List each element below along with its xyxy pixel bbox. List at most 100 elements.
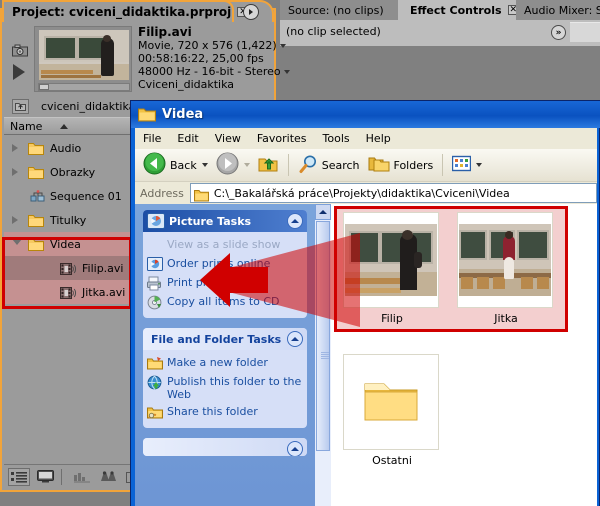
folders-label: Folders xyxy=(393,158,434,172)
play-icon[interactable] xyxy=(13,64,25,80)
scrollbar-thumb[interactable] xyxy=(316,221,330,451)
back-label: Back xyxy=(170,158,197,172)
effect-controls-scroll-area[interactable] xyxy=(570,22,600,42)
task-list: View as a slide show Order prints online… xyxy=(143,232,307,318)
tab-audio-mixer[interactable]: Audio Mixer: Se xyxy=(516,0,600,20)
task-group-partial xyxy=(143,438,307,456)
file-item-jitka[interactable]: Jitka xyxy=(457,212,555,325)
folder-icon xyxy=(28,214,44,227)
share-folder-icon xyxy=(147,405,163,420)
task-item-publish-this-folder-to-the-web[interactable]: Publish this folder to the Web xyxy=(145,373,305,403)
clip-preview-scrollbar[interactable] xyxy=(38,83,130,91)
chevron-up-icon[interactable] xyxy=(287,331,303,347)
folder-up-icon[interactable] xyxy=(12,98,29,114)
automate-to-sequence-icon[interactable] xyxy=(71,468,93,486)
screenshot-root: Source: (no clips) Effect Controls ✕ Aud… xyxy=(0,0,600,506)
folder-icon xyxy=(28,142,44,155)
file-item-filip[interactable]: Filip xyxy=(343,212,441,325)
views-button[interactable] xyxy=(448,149,486,182)
tree-item-label: Audio xyxy=(50,141,82,155)
project-panel-title: Project: cviceni_didaktika.prproj xyxy=(12,5,232,19)
chevron-down-icon[interactable] xyxy=(201,163,208,167)
folder-icon xyxy=(138,107,156,122)
tree-item-label: Jitka.avi xyxy=(82,285,126,299)
window-title: Videa xyxy=(162,107,204,122)
camera-icon[interactable] xyxy=(12,42,28,57)
task-group-header[interactable]: Picture Tasks xyxy=(143,210,307,232)
task-item-make-a-new-folder[interactable]: Make a new folder xyxy=(145,354,305,373)
chevron-up-icon[interactable] xyxy=(287,213,303,229)
icon-view-icon[interactable] xyxy=(34,468,56,486)
up-button[interactable] xyxy=(254,149,283,182)
task-group-title: Picture Tasks xyxy=(169,214,252,228)
chevron-right-icon[interactable] xyxy=(12,144,18,152)
task-item-label: Order prints online xyxy=(167,257,271,270)
file-thumbnail xyxy=(343,212,439,308)
task-item-copy-all-items-to-cd[interactable]: Copy all items to CD xyxy=(145,293,305,312)
list-view-icon[interactable] xyxy=(8,467,30,486)
task-list: Make a new folder Publish this folder to… xyxy=(143,350,307,428)
task-item-share-this-folder[interactable]: Share this folder xyxy=(145,403,305,422)
address-input[interactable]: C:\_Bakalářská práce\Projekty\didaktika\… xyxy=(189,183,597,203)
publish-web-icon xyxy=(147,375,163,390)
menu-file[interactable]: File xyxy=(135,130,169,147)
cd-burn-icon xyxy=(147,295,163,310)
toolbar: Back Search Folders xyxy=(135,149,597,182)
file-list-pane[interactable]: Filip Jitka Ostatni xyxy=(331,204,597,506)
project-panel-tab[interactable]: Project: cviceni_didaktika.prproj ✕ xyxy=(2,0,249,22)
address-value: C:\_Bakalářská práce\Projekty\didaktika\… xyxy=(213,186,510,200)
effect-controls-empty-text: (no clip selected) xyxy=(286,25,381,38)
tab-effect-controls[interactable]: Effect Controls ✕ xyxy=(398,0,520,20)
explorer-body: Picture Tasks View as a slide show Order… xyxy=(135,204,597,506)
task-item-label: Make a new folder xyxy=(167,356,268,369)
window-title-bar[interactable]: Videa xyxy=(131,101,600,128)
task-group-header[interactable]: File and Folder Tasks xyxy=(143,328,307,350)
clip-project: Cviceni_didaktika xyxy=(138,78,235,91)
slideshow-icon xyxy=(147,238,163,253)
chevron-right-icon[interactable] xyxy=(12,168,18,176)
tree-item-label: Videa xyxy=(50,237,81,251)
menu-tools[interactable]: Tools xyxy=(315,130,358,147)
task-group-picture-tasks: Picture Tasks View as a slide show Order… xyxy=(143,210,307,318)
scroll-up-icon[interactable] xyxy=(315,204,331,220)
task-item-label: View as a slide show xyxy=(167,238,281,251)
tab-effect-controls-label: Effect Controls xyxy=(410,3,502,17)
panel-menu-button[interactable] xyxy=(243,4,259,20)
chevron-down-icon[interactable] xyxy=(12,239,22,249)
folders-button[interactable]: Folders xyxy=(364,149,438,182)
task-item-print-pictures[interactable]: Print pictures xyxy=(145,274,305,293)
order-prints-icon xyxy=(147,257,163,272)
folder-icon xyxy=(28,238,44,251)
sort-ascending-icon[interactable] xyxy=(60,123,69,129)
task-item-order-prints-online[interactable]: Order prints online xyxy=(145,255,305,274)
chevron-right-icon[interactable] xyxy=(12,216,18,224)
forward-arrow-icon xyxy=(216,152,239,178)
menu-favorites[interactable]: Favorites xyxy=(249,130,315,147)
task-item-view-as-slide-show[interactable]: View as a slide show xyxy=(145,236,305,255)
file-item-ostatni[interactable]: Ostatni xyxy=(343,354,441,467)
double-chevron-right-icon[interactable]: » xyxy=(551,25,566,40)
vertical-scrollbar[interactable] xyxy=(315,204,331,506)
search-button[interactable]: Search xyxy=(294,149,364,182)
print-icon xyxy=(147,276,163,291)
menu-help[interactable]: Help xyxy=(358,130,399,147)
folder-icon xyxy=(362,375,420,429)
panel-tab-strip: Source: (no clips) Effect Controls ✕ Aud… xyxy=(280,0,600,20)
menu-edit[interactable]: Edit xyxy=(169,130,206,147)
chevron-down-icon[interactable] xyxy=(283,70,290,74)
back-button[interactable]: Back xyxy=(139,149,212,182)
search-label: Search xyxy=(321,158,360,172)
find-icon[interactable] xyxy=(97,468,119,486)
column-header-name: Name xyxy=(10,119,43,133)
chevron-down-icon[interactable] xyxy=(279,44,286,48)
clip-format: Movie, 720 x 576 (1,422) xyxy=(138,39,277,52)
tab-source[interactable]: Source: (no clips) xyxy=(280,0,398,20)
chevron-up-icon[interactable] xyxy=(287,441,303,456)
task-group-header[interactable] xyxy=(143,438,307,456)
menu-bar: File Edit View Favorites Tools Help xyxy=(135,128,597,149)
chevron-down-icon[interactable] xyxy=(476,163,483,167)
clip-preview-area: Filip.avi Movie, 720 x 576 (1,422) 00:58… xyxy=(4,24,290,94)
menu-view[interactable]: View xyxy=(207,130,249,147)
clip-thumbnail[interactable] xyxy=(34,26,132,92)
forward-button[interactable] xyxy=(212,149,254,182)
